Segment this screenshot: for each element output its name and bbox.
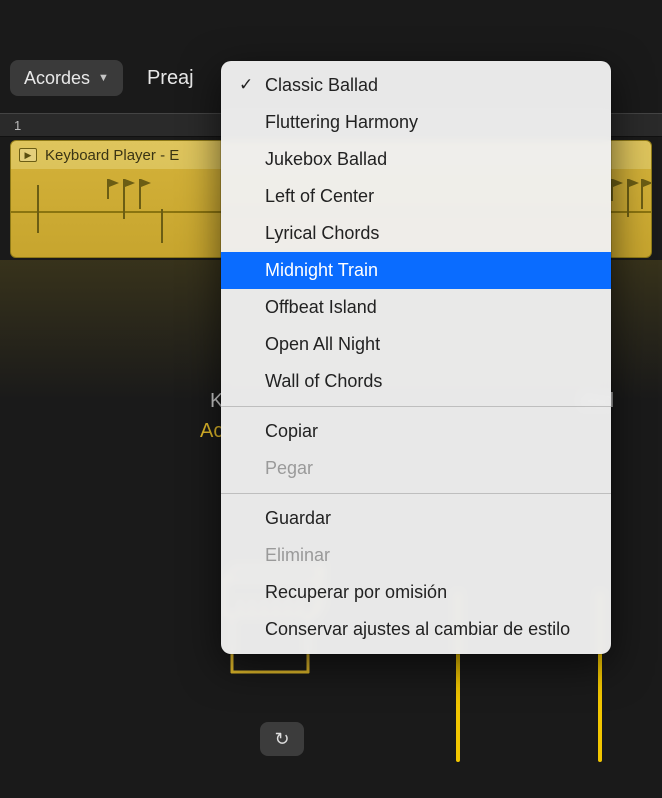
mode-dropdown-label: Acordes	[24, 68, 90, 89]
menu-separator	[221, 406, 611, 407]
menu-item-action2-1: Eliminar	[221, 537, 611, 574]
loop-play-icon[interactable]: ▶	[19, 148, 37, 162]
menu-item-preset-5[interactable]: Midnight Train	[221, 252, 611, 289]
chevron-down-icon: ▼	[98, 72, 109, 84]
menu-item-action2-3[interactable]: Conservar ajustes al cambiar de estilo	[221, 611, 611, 648]
track-region-title: Keyboard Player - E	[45, 147, 179, 164]
preset-label-truncated: Preaj	[147, 67, 194, 90]
menu-item-action2-0[interactable]: Guardar	[221, 500, 611, 537]
menu-item-action2-2[interactable]: Recuperar por omisión	[221, 574, 611, 611]
menu-item-preset-3[interactable]: Left of Center	[221, 178, 611, 215]
panel-active-label: Ac	[200, 420, 223, 443]
reload-button[interactable]: ↻	[260, 722, 304, 756]
menu-item-preset-6[interactable]: Offbeat Island	[221, 289, 611, 326]
menu-item-preset-7[interactable]: Open All Night	[221, 326, 611, 363]
menu-item-preset-0[interactable]: Classic Ballad	[221, 67, 611, 104]
preset-menu[interactable]: Classic BalladFluttering HarmonyJukebox …	[221, 61, 611, 654]
mode-dropdown[interactable]: Acordes ▼	[10, 60, 123, 96]
menu-separator	[221, 493, 611, 494]
reload-icon: ↻	[274, 729, 289, 750]
ruler-marker: 1	[14, 118, 21, 133]
menu-item-preset-4[interactable]: Lyrical Chords	[221, 215, 611, 252]
menu-item-preset-8[interactable]: Wall of Chords	[221, 363, 611, 400]
menu-item-action1-1: Pegar	[221, 450, 611, 487]
menu-item-preset-2[interactable]: Jukebox Ballad	[221, 141, 611, 178]
menu-item-preset-1[interactable]: Fluttering Harmony	[221, 104, 611, 141]
menu-item-action1-0[interactable]: Copiar	[221, 413, 611, 450]
